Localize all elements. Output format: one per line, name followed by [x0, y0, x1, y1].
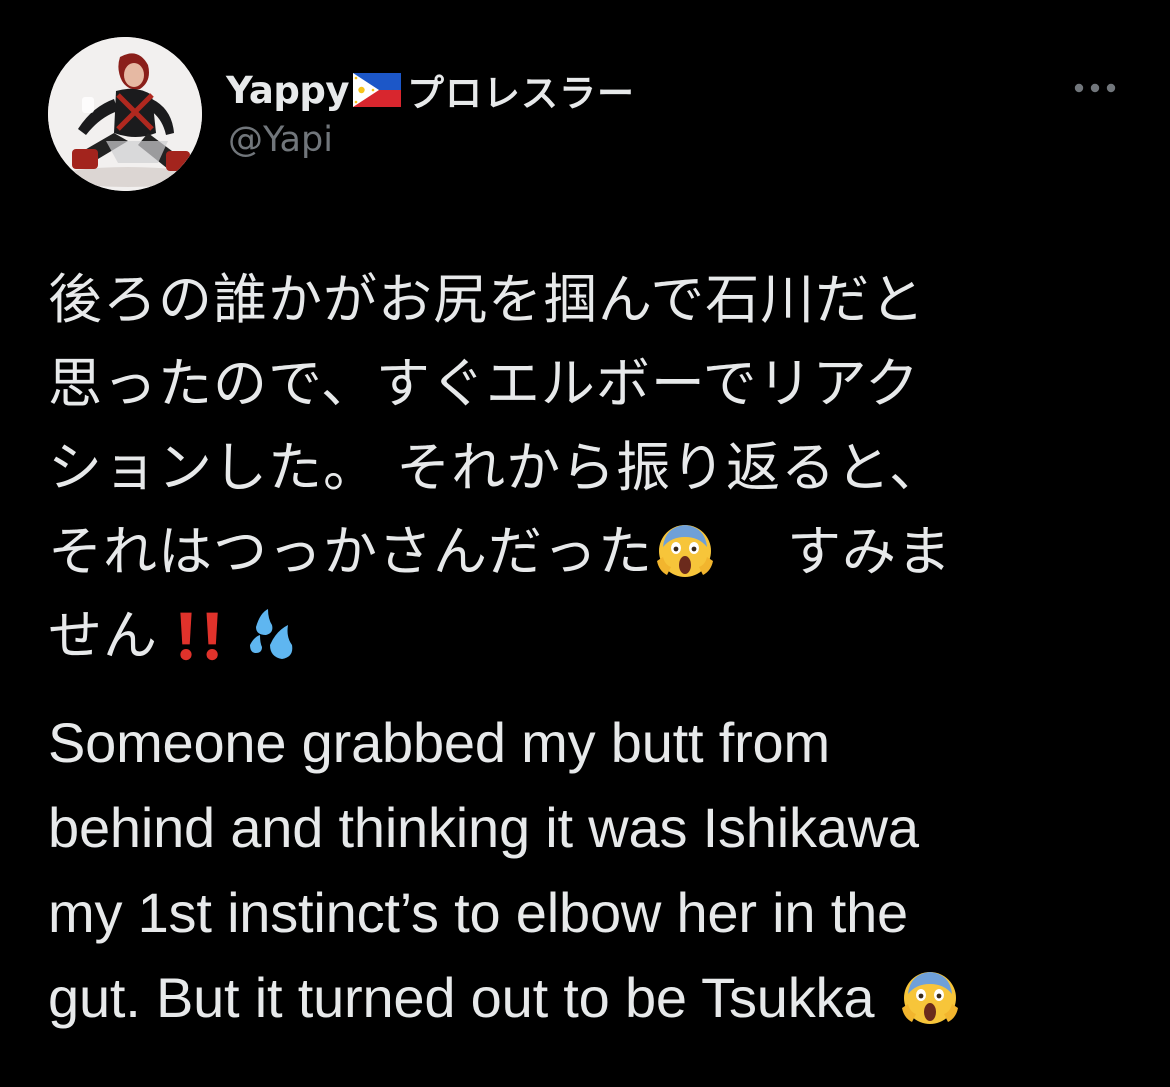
- tweet-text-segment: gut. But it turned out to be Tsukka: [48, 966, 875, 1029]
- tweet-text-line: behind and thinking it was Ishikawa: [48, 796, 919, 859]
- user-handle[interactable]: @Yapi: [228, 120, 333, 160]
- tweet-text-segment: すみま: [787, 520, 952, 583]
- tweet-text-english: Someone grabbed my butt from behind and …: [48, 700, 1138, 1040]
- tweet-text-segment: せん: [48, 604, 158, 667]
- tweet-text-segment: それはつっかさんだった: [48, 520, 653, 583]
- tweet-text-line: 後ろの誰かがお尻を掴んで石川だと: [48, 268, 926, 331]
- tweet-text-line: ションした。 それから振り返ると、: [48, 436, 945, 499]
- display-name[interactable]: Yappy プロレスラー: [226, 66, 635, 116]
- tweet-text-line: Someone grabbed my butt from: [48, 711, 830, 774]
- tweet-text-line: my 1st instinct’s to elbow her in the: [48, 881, 908, 944]
- double-exclamation-icon: [180, 612, 218, 661]
- tweet-text-japanese: 後ろの誰かがお尻を掴んで石川だと 思ったので、すぐエルボーでリアク ションした。…: [48, 258, 1128, 678]
- tweet-text-line: それはつっかさんだった すみま: [48, 510, 1128, 594]
- avatar[interactable]: [48, 37, 202, 191]
- display-name-jp: プロレスラー: [406, 72, 635, 115]
- tweet: Yappy プロレスラー @Yapi 後ろの誰かがお尻を掴んで石川だと 思ったの…: [0, 0, 1170, 1087]
- tweet-text-line: 思ったので、すぐエルボーでリアク: [48, 352, 920, 415]
- display-name-latin: Yappy: [226, 68, 349, 112]
- philippines-flag-icon: [352, 73, 401, 107]
- screaming-face-icon: [901, 972, 958, 1025]
- sweat-droplets-icon: [250, 609, 293, 660]
- tweet-text-line: せん: [48, 594, 1128, 678]
- tweet-text-line: gut. But it turned out to be Tsukka: [48, 955, 1138, 1040]
- screaming-face-icon: [657, 525, 713, 578]
- more-horizontal-icon[interactable]: [1072, 80, 1118, 96]
